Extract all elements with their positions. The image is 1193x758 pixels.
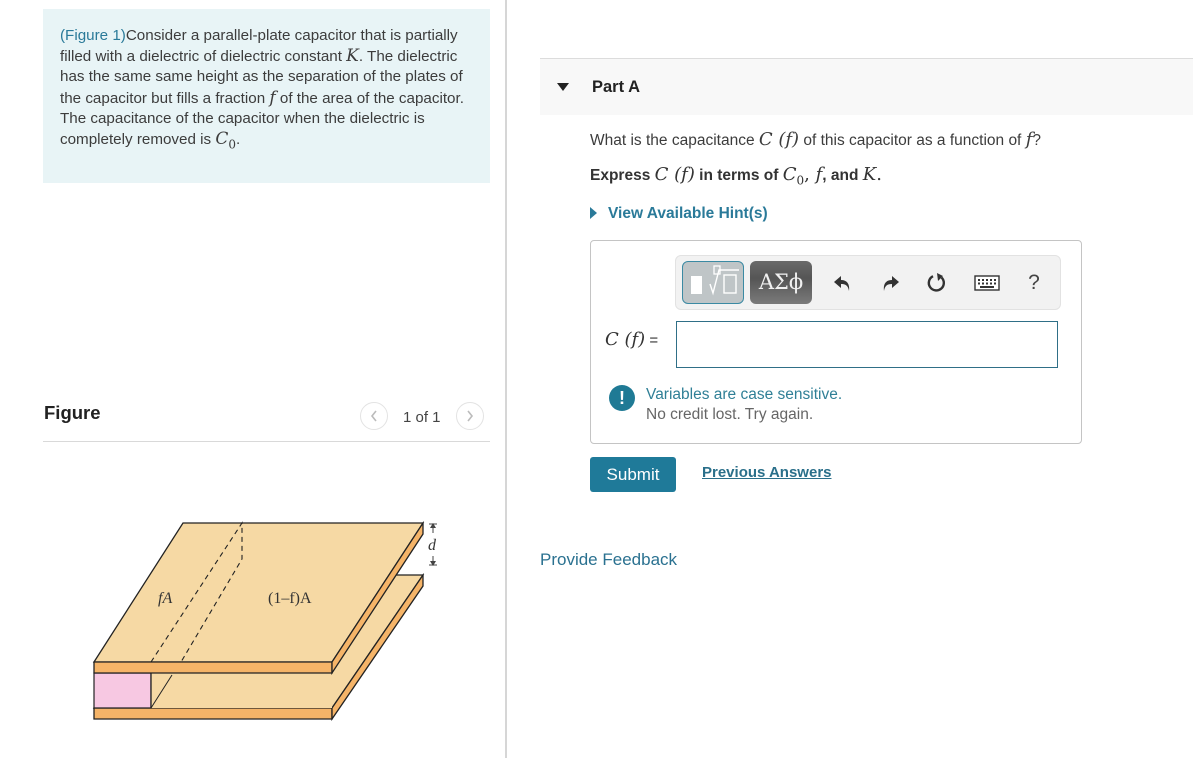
label-fA: fA bbox=[158, 590, 172, 607]
help-button[interactable]: ? bbox=[1021, 270, 1047, 296]
express-text: . bbox=[876, 164, 882, 185]
provide-feedback-link[interactable]: Provide Feedback bbox=[540, 550, 677, 570]
keyboard-button[interactable] bbox=[972, 270, 1002, 296]
part-a-header[interactable]: Part A bbox=[540, 58, 1193, 115]
answer-input[interactable] bbox=[676, 321, 1058, 368]
redo-icon bbox=[883, 276, 899, 291]
templates-button[interactable] bbox=[682, 261, 744, 304]
figure-title: Figure bbox=[44, 402, 101, 423]
previous-answers-link[interactable]: Previous Answers bbox=[702, 464, 832, 481]
math-toolbar: ΑΣϕ ? bbox=[675, 255, 1061, 310]
gap-region bbox=[151, 673, 332, 708]
figure-header: Figure 1 of 1 bbox=[43, 398, 490, 442]
submit-button[interactable]: Submit bbox=[590, 457, 676, 492]
math-Cf: C (f) bbox=[605, 329, 646, 350]
var-C0: C0 bbox=[215, 129, 236, 152]
math-C0-base: C bbox=[782, 164, 797, 185]
symbols-button[interactable]: ΑΣϕ bbox=[750, 261, 812, 304]
chevron-right-icon bbox=[467, 410, 474, 422]
express-text: , bbox=[804, 164, 816, 185]
undo-icon bbox=[834, 276, 850, 291]
top-plate-front bbox=[93, 661, 333, 674]
label-d: d bbox=[428, 537, 437, 554]
reset-button[interactable] bbox=[924, 270, 950, 296]
feedback-message: Variables are case sensitive. bbox=[646, 386, 843, 403]
figure-prev-button[interactable] bbox=[360, 402, 388, 430]
express-text: , and bbox=[822, 167, 863, 184]
equals-sign: = bbox=[645, 332, 659, 349]
view-hints-toggle[interactable]: View Available Hint(s) bbox=[590, 205, 768, 223]
caret-down-icon[interactable] bbox=[557, 83, 569, 91]
alert-icon: ! bbox=[609, 385, 635, 411]
figure-next-button[interactable] bbox=[456, 402, 484, 430]
redo-button[interactable] bbox=[877, 270, 903, 296]
answer-label: C (f) = bbox=[605, 329, 658, 350]
express-text: in terms of bbox=[694, 167, 783, 184]
math-Cf: C (f) bbox=[654, 164, 695, 185]
var-C0-base: C bbox=[215, 129, 229, 150]
reset-icon bbox=[927, 273, 945, 292]
math-C0: C0 bbox=[782, 164, 805, 188]
answer-box: ΑΣϕ ? C (f) = ! Variables are case sensi… bbox=[590, 240, 1082, 444]
templates-icon bbox=[691, 265, 739, 296]
question-text-part: ? bbox=[1032, 132, 1041, 149]
express-text: Express bbox=[590, 167, 655, 184]
math-C0-sub: 0 bbox=[796, 173, 805, 188]
bottom-plate-front bbox=[93, 707, 333, 720]
question-text: What is the capacitance C (f) of this ca… bbox=[590, 129, 1041, 150]
undo-button[interactable] bbox=[830, 270, 856, 296]
chevron-left-icon bbox=[370, 410, 377, 422]
dielectric-front bbox=[93, 672, 152, 709]
question-text-part: of this capacitor as a function of bbox=[799, 132, 1026, 149]
express-instruction: Express C (f) in terms of C0, f, and K. bbox=[590, 164, 882, 188]
caret-right-icon bbox=[590, 207, 597, 219]
figure-link[interactable]: (Figure 1) bbox=[60, 27, 126, 44]
var-K: K bbox=[346, 46, 359, 67]
feedback-submessage: No credit lost. Try again. bbox=[646, 406, 814, 423]
figure-pager-count: 1 of 1 bbox=[403, 409, 441, 426]
panel-divider bbox=[505, 0, 507, 758]
keyboard-icon bbox=[974, 275, 1000, 291]
intro-text: . bbox=[235, 131, 241, 149]
math-Cf: C (f) bbox=[758, 129, 800, 150]
question-text-part: What is the capacitance bbox=[590, 132, 759, 149]
var-C0-sub: 0 bbox=[228, 137, 236, 152]
problem-intro: (Figure 1)Consider a parallel-plate capa… bbox=[43, 9, 490, 183]
part-title: Part A bbox=[592, 78, 640, 96]
capacitor-figure: fA (1–f)A d bbox=[92, 520, 437, 722]
hints-label: View Available Hint(s) bbox=[608, 205, 768, 222]
math-K: K bbox=[862, 164, 877, 185]
label-one-minus-f-A: (1–f)A bbox=[268, 590, 312, 607]
